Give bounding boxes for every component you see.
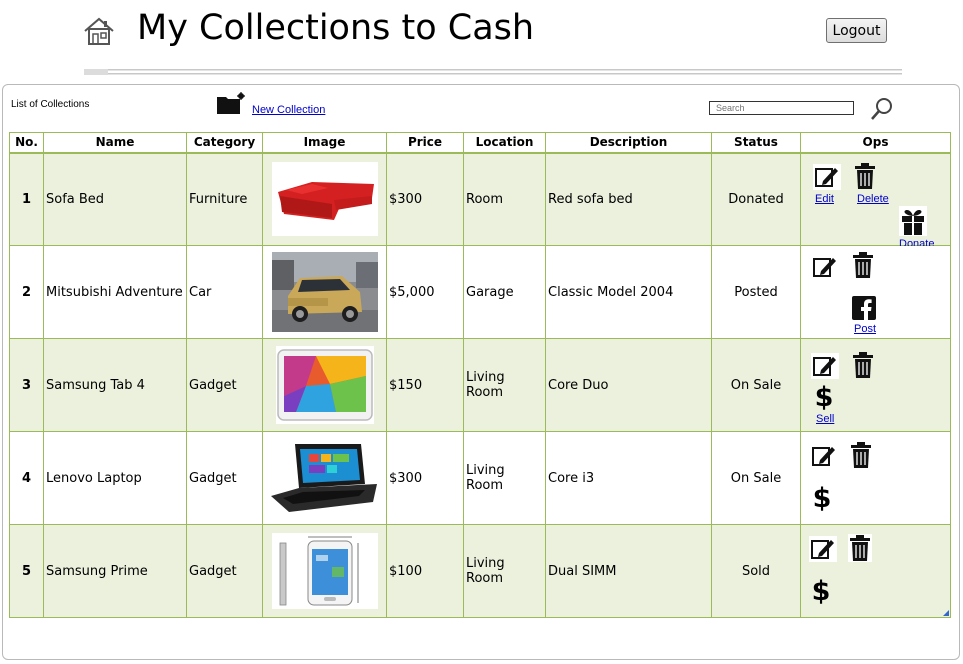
cell-category: Furniture [186,152,263,246]
search-icon[interactable] [870,97,894,121]
cell-ops: $ Sell [800,338,951,432]
cell-description: Core Duo [545,338,712,432]
cell-status: On Sale [711,338,801,432]
table-row: 1 Sofa Bed Furniture $300 Room Red sofa … [9,152,951,250]
cell-price: $5,000 [386,245,464,339]
cell-category: Gadget [186,524,263,618]
cell-location: Living Room [463,524,546,618]
cell-name: Mitsubishi Adventure [43,245,187,339]
column-header-description[interactable]: Description [545,132,712,154]
trash-icon[interactable] [851,351,875,379]
edit-icon[interactable] [811,254,839,280]
collections-table: No. Name Category Image Price Location D… [9,132,951,618]
delete-link[interactable]: Delete [857,193,889,205]
cell-no: 3 [9,338,44,432]
table-row: 5 Samsung Prime Gadget $100 Living Room … [9,524,951,618]
column-header-price[interactable]: Price [386,132,464,154]
folder-add-icon[interactable] [216,92,246,116]
resize-grip-icon[interactable] [943,610,949,616]
column-header-ops[interactable]: Ops [800,132,951,154]
laptop-image [268,440,381,516]
cell-status: Donated [711,152,801,246]
table-row: 3 Samsung Tab 4 Gadget $150 Living Room … [9,338,951,432]
trash-icon[interactable] [849,441,873,469]
cell-category: Gadget [186,431,263,525]
cell-location: Living Room [463,338,546,432]
dollar-icon[interactable]: $ [813,383,835,413]
cell-no: 4 [9,431,44,525]
app-title: My Collections to Cash [137,8,535,48]
cell-ops: Edit Delete Donate [800,152,951,250]
cell-category: Car [186,245,263,339]
cell-location: Room [463,152,546,246]
cell-name: Lenovo Laptop [43,431,187,525]
new-collection-link[interactable]: New Collection [252,104,325,116]
cell-description: Core i3 [545,431,712,525]
cell-price: $100 [386,524,464,618]
cell-ops: $ [800,524,951,618]
cell-ops: $ [800,431,951,525]
column-header-status[interactable]: Status [711,132,801,154]
facebook-icon[interactable] [852,296,876,320]
cell-name: Samsung Tab 4 [43,338,187,432]
cell-category: Gadget [186,338,263,432]
edit-icon[interactable] [809,536,837,562]
tablet-image [275,346,374,424]
cell-location: Living Room [463,431,546,525]
list-label: List of Collections [11,99,90,110]
cell-description: Dual SIMM [545,524,712,618]
table-row: 4 Lenovo Laptop Gadget $300 Living Room … [9,431,951,525]
edit-icon[interactable] [811,353,839,379]
cell-no: 1 [9,152,44,246]
cell-price: $300 [386,152,464,246]
phone-image [271,533,378,609]
column-header-image[interactable]: Image [262,132,387,154]
cell-name: Sofa Bed [43,152,187,246]
edit-link[interactable]: Edit [815,193,834,205]
trash-icon[interactable] [853,162,877,190]
column-header-name[interactable]: Name [43,132,187,154]
cell-name: Samsung Prime [43,524,187,618]
cell-price: $150 [386,338,464,432]
red-sofa-image [271,162,378,237]
cell-location: Garage [463,245,546,339]
dollar-icon[interactable]: $ [810,577,832,607]
edit-icon[interactable] [810,443,838,469]
table-row: 2 Mitsubishi Adventure Car $5,000 Garage… [9,245,951,339]
cell-ops: Post [800,245,951,339]
column-header-category[interactable]: Category [186,132,263,154]
post-link[interactable]: Post [854,323,876,335]
gift-icon[interactable] [899,205,927,236]
search-input[interactable] [709,101,854,115]
gold-suv-image [271,252,378,332]
home-icon[interactable] [82,16,116,46]
cell-description: Red sofa bed [545,152,712,246]
trash-icon[interactable] [848,534,872,562]
cell-description: Classic Model 2004 [545,245,712,339]
header-divider [84,68,902,76]
cell-status: Posted [711,245,801,339]
trash-icon[interactable] [851,251,875,279]
cell-status: Sold [711,524,801,618]
sell-link[interactable]: Sell [816,413,834,425]
cell-no: 5 [9,524,44,618]
column-header-location[interactable]: Location [463,132,546,154]
column-header-no[interactable]: No. [9,132,44,154]
cell-status: On Sale [711,431,801,525]
logout-button[interactable]: Logout [826,18,887,43]
page: My Collections to Cash Logout List of Co… [0,0,963,664]
cell-no: 2 [9,245,44,339]
edit-icon[interactable] [813,163,841,190]
cell-price: $300 [386,431,464,525]
dollar-icon[interactable]: $ [811,484,833,514]
table-header-row: No. Name Category Image Price Location D… [9,132,951,154]
